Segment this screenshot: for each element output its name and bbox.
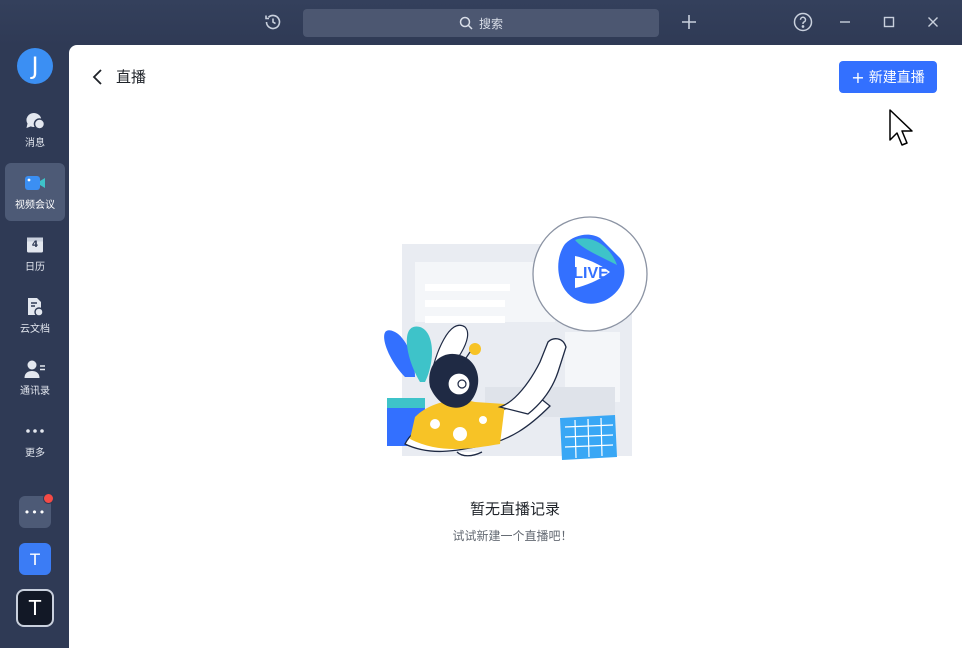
sidebar-item-label: 通讯录 (20, 386, 50, 397)
minimize-icon[interactable] (834, 11, 856, 33)
title-bar: 搜索 (0, 0, 962, 45)
calendar-day: 4 (31, 240, 39, 250)
avatar[interactable]: J (17, 48, 53, 84)
back-icon[interactable] (91, 67, 105, 87)
app-shortcut-label: T (30, 549, 40, 569)
sidebar-item-label: 云文档 (20, 324, 50, 335)
sidebar-item-label: 视频会议 (15, 200, 55, 211)
maximize-icon[interactable] (878, 11, 900, 33)
plus-icon: + (851, 67, 865, 87)
new-live-button[interactable]: + 新建直播 (839, 61, 937, 93)
empty-state-subtitle: 试试新建一个直播吧！ (452, 529, 573, 543)
avatar-letter: J (31, 52, 39, 80)
close-icon[interactable] (922, 11, 944, 33)
search-icon (459, 16, 473, 30)
empty-state-title: 暂无直播记录 (469, 500, 560, 518)
sidebar-item-more[interactable]: 更多 (5, 411, 65, 469)
sidebar-item-cloud-docs[interactable]: 云文档 (5, 287, 65, 345)
live-badge-text: LIVE (573, 265, 609, 282)
search-placeholder: 搜索 (478, 16, 503, 31)
calendar-icon: 4 (24, 235, 46, 255)
message-icon (24, 111, 46, 131)
more-icon (24, 421, 46, 441)
sidebar-item-label: 日历 (25, 262, 45, 273)
contacts-icon (24, 359, 46, 379)
app-shortcut-label: T (28, 596, 42, 620)
app-shortcut-t-dark[interactable]: T (16, 589, 54, 627)
sidebar-item-video-meeting[interactable]: 视频会议 (5, 163, 65, 221)
video-meeting-icon (24, 173, 46, 193)
sidebar-item-label: 消息 (25, 138, 45, 149)
sidebar-item-messages[interactable]: 消息 (5, 101, 65, 159)
mouse-cursor-icon (888, 108, 918, 150)
help-icon[interactable] (792, 11, 814, 33)
app-shortcut-t-blue[interactable]: T (19, 543, 51, 575)
empty-state-illustration: LIVE (375, 212, 655, 474)
search-input[interactable]: 搜索 (303, 9, 659, 37)
add-icon[interactable] (678, 11, 700, 33)
cloud-doc-icon (24, 297, 46, 317)
history-icon[interactable] (262, 11, 284, 33)
sidebar-item-calendar[interactable]: 4 日历 (5, 225, 65, 283)
sidebar-item-label: 更多 (25, 448, 45, 459)
sidebar-item-contacts[interactable]: 通讯录 (5, 349, 65, 407)
page-title: 直播 (116, 68, 147, 86)
new-live-button-label: 新建直播 (868, 70, 925, 86)
